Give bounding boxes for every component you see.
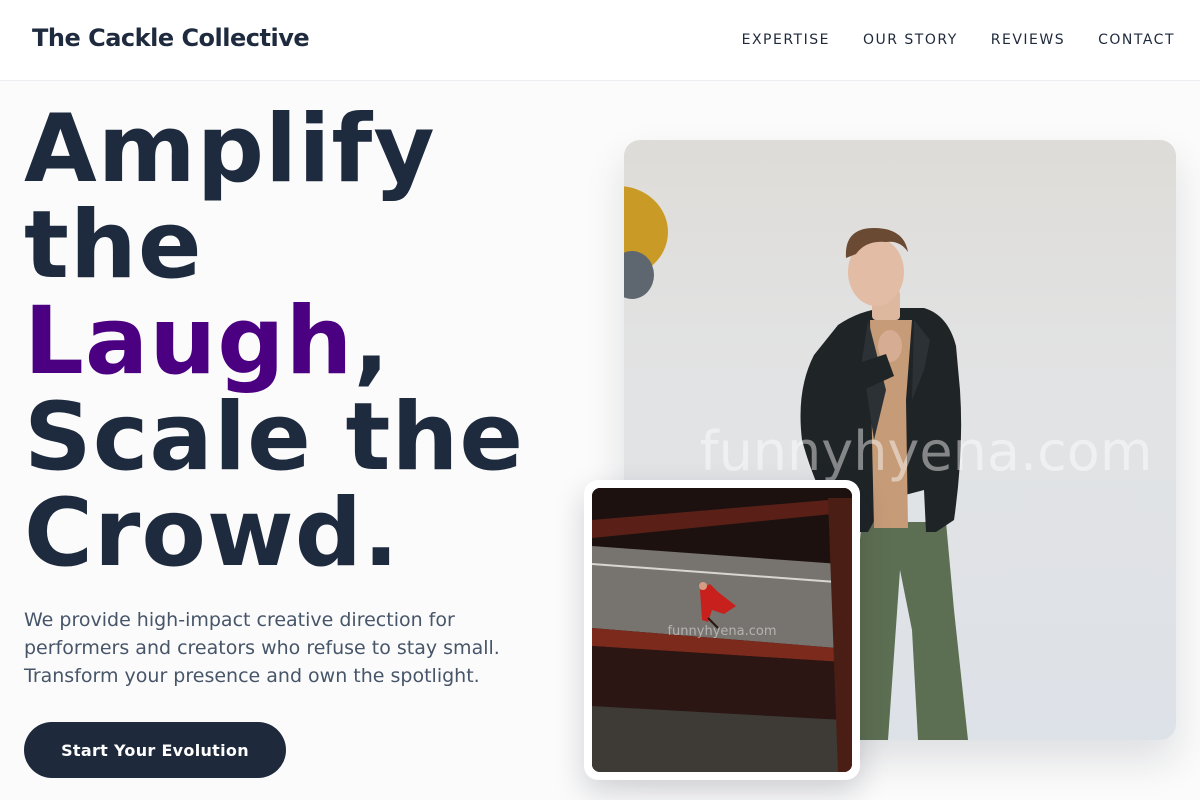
headline-line-4: Scale the — [24, 383, 525, 492]
figure-in-red-photo — [592, 488, 852, 772]
nav-reviews[interactable]: REVIEWS — [991, 31, 1065, 49]
description-line-1: We provide high-impact creative directio… — [24, 609, 455, 631]
start-evolution-button[interactable]: Start Your Evolution — [24, 722, 286, 778]
headline-comma: , — [353, 287, 391, 396]
headline-line-1: Amplify — [24, 95, 436, 204]
hero-description: We provide high-impact creative directio… — [24, 606, 554, 690]
headline-accent-word: Laugh — [24, 287, 354, 396]
inset-photo-card: funnyhyena.com — [584, 480, 860, 780]
hero-headline: Amplify the Laugh, Scale the Crowd. — [24, 102, 584, 582]
inset-photo: funnyhyena.com — [592, 488, 852, 772]
main-nav: EXPERTISE OUR STORY REVIEWS CONTACT — [742, 31, 1175, 49]
nav-expertise[interactable]: EXPERTISE — [742, 31, 830, 49]
nav-our-story[interactable]: OUR STORY — [863, 31, 958, 49]
description-line-3: Transform your presence and own the spot… — [24, 665, 480, 687]
site-header: The Cackle Collective EXPERTISE OUR STOR… — [0, 0, 1200, 81]
nav-contact[interactable]: CONTACT — [1098, 31, 1175, 49]
headline-line-5: Crowd. — [24, 479, 400, 588]
description-line-2: performers and creators who refuse to st… — [24, 637, 500, 659]
brand-logo[interactable]: The Cackle Collective — [32, 24, 310, 52]
headline-line-2: the — [24, 191, 203, 300]
headline-line-3: Laugh, — [24, 294, 584, 390]
